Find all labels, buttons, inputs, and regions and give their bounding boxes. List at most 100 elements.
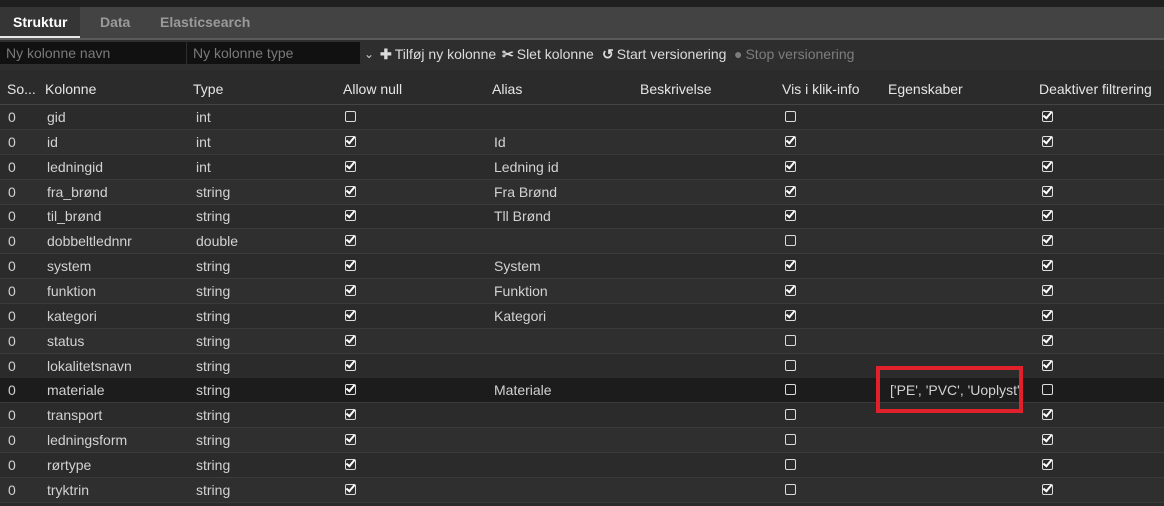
deaktiver-filtrering-checkbox[interactable]: [1042, 384, 1053, 396]
allow-null-checkbox[interactable]: [345, 210, 356, 222]
allow-null-checkbox[interactable]: [345, 284, 356, 296]
column-header-sort[interactable]: So...: [7, 74, 39, 104]
cell-kolonne[interactable]: system: [47, 254, 91, 278]
cell-alias[interactable]: Kategori: [494, 304, 546, 328]
deaktiver-filtrering-checkbox[interactable]: [1042, 111, 1053, 122]
cell-type[interactable]: int: [196, 155, 211, 179]
tab-data[interactable]: Data: [100, 7, 130, 38]
cell-kolonne[interactable]: status: [47, 329, 84, 353]
chevron-down-icon[interactable]: ⌄: [362, 45, 376, 63]
table-row[interactable]: 0 ledningid int Ledning id: [0, 155, 1164, 180]
tab-elasticsearch[interactable]: Elasticsearch: [160, 7, 250, 38]
cell-type[interactable]: int: [196, 105, 211, 129]
vis-i-klik-info-checkbox[interactable]: [785, 260, 796, 272]
allow-null-checkbox[interactable]: [345, 434, 356, 446]
cell-sort[interactable]: 0: [8, 428, 16, 452]
cell-sort[interactable]: 0: [8, 130, 16, 154]
deaktiver-filtrering-checkbox[interactable]: [1042, 160, 1053, 172]
vis-i-klik-info-checkbox[interactable]: [785, 409, 796, 421]
deaktiver-filtrering-checkbox[interactable]: [1042, 309, 1053, 321]
cell-sort[interactable]: 0: [8, 304, 16, 328]
vis-i-klik-info-checkbox[interactable]: [785, 111, 796, 122]
cell-kolonne[interactable]: kategori: [47, 304, 97, 328]
cell-sort[interactable]: 0: [8, 453, 16, 477]
deaktiver-filtrering-checkbox[interactable]: [1042, 235, 1053, 247]
cell-sort[interactable]: 0: [8, 180, 16, 204]
table-row[interactable]: 0 gid int: [0, 105, 1164, 130]
column-header-beskrivelse[interactable]: Beskrivelse: [640, 74, 712, 104]
cell-kolonne[interactable]: rørtype: [47, 453, 91, 477]
table-row[interactable]: 0 ledningsform string: [0, 428, 1164, 454]
allow-null-checkbox[interactable]: [345, 483, 356, 495]
allow-null-checkbox[interactable]: [345, 334, 356, 346]
deaktiver-filtrering-checkbox[interactable]: [1042, 359, 1053, 371]
cell-sort[interactable]: 0: [8, 279, 16, 303]
column-header-vis-i-klik-info[interactable]: Vis i klik-info: [782, 74, 860, 104]
cell-alias[interactable]: System: [494, 254, 541, 278]
cell-sort[interactable]: 0: [8, 329, 16, 353]
column-header-type[interactable]: Type: [193, 74, 223, 104]
table-row[interactable]: 0 tryktrin string: [0, 477, 1164, 503]
cell-type[interactable]: string: [196, 279, 230, 303]
cell-alias[interactable]: Materiale: [494, 378, 552, 402]
deaktiver-filtrering-checkbox[interactable]: [1042, 210, 1053, 222]
vis-i-klik-info-checkbox[interactable]: [785, 284, 796, 296]
column-header-allow-null[interactable]: Allow null: [343, 74, 402, 104]
vis-i-klik-info-checkbox[interactable]: [785, 210, 796, 222]
cell-type[interactable]: string: [196, 403, 230, 427]
cell-kolonne[interactable]: id: [47, 130, 58, 154]
cell-type[interactable]: int: [196, 130, 211, 154]
cell-kolonne[interactable]: funktion: [47, 279, 96, 303]
column-header-egenskaber[interactable]: Egenskaber: [888, 74, 963, 104]
new-column-name-input[interactable]: [0, 42, 186, 64]
cell-type[interactable]: string: [196, 478, 230, 502]
allow-null-checkbox[interactable]: [345, 359, 356, 371]
cell-kolonne[interactable]: til_brønd: [47, 204, 101, 228]
deaktiver-filtrering-checkbox[interactable]: [1042, 409, 1053, 421]
deaktiver-filtrering-checkbox[interactable]: [1042, 334, 1053, 346]
cell-kolonne[interactable]: gid: [47, 105, 66, 129]
vis-i-klik-info-checkbox[interactable]: [785, 309, 796, 321]
cell-alias[interactable]: Tll Brønd: [494, 204, 551, 228]
cell-type[interactable]: string: [196, 180, 230, 204]
table-row[interactable]: 0 dobbeltlednnr double: [0, 229, 1164, 255]
cell-type[interactable]: string: [196, 453, 230, 477]
column-header-deaktiver-filtrering[interactable]: Deaktiver filtrering: [1039, 74, 1152, 104]
cell-type[interactable]: string: [196, 304, 230, 328]
deaktiver-filtrering-checkbox[interactable]: [1042, 135, 1053, 147]
column-header-alias[interactable]: Alias: [492, 74, 522, 104]
allow-null-checkbox[interactable]: [345, 309, 356, 321]
deaktiver-filtrering-checkbox[interactable]: [1042, 458, 1053, 470]
table-row[interactable]: 0 kategori string Kategori: [0, 304, 1164, 329]
cell-sort[interactable]: 0: [8, 354, 16, 378]
cell-kolonne[interactable]: materiale: [47, 378, 105, 402]
allow-null-checkbox[interactable]: [345, 409, 356, 421]
cell-sort[interactable]: 0: [8, 105, 16, 129]
cell-type[interactable]: string: [196, 329, 230, 353]
vis-i-klik-info-checkbox[interactable]: [785, 384, 796, 396]
table-row[interactable]: 0 funktion string Funktion: [0, 278, 1164, 304]
cell-sort[interactable]: 0: [8, 378, 16, 402]
cell-sort[interactable]: 0: [8, 403, 16, 427]
cell-kolonne[interactable]: dobbeltlednnr: [47, 229, 132, 253]
cell-sort[interactable]: 0: [8, 204, 16, 228]
cell-type[interactable]: string: [196, 254, 230, 278]
cell-kolonne[interactable]: fra_brønd: [47, 180, 108, 204]
vis-i-klik-info-checkbox[interactable]: [785, 359, 796, 371]
vis-i-klik-info-checkbox[interactable]: [785, 160, 796, 172]
cell-sort[interactable]: 0: [8, 155, 16, 179]
deaktiver-filtrering-checkbox[interactable]: [1042, 185, 1053, 197]
cell-alias[interactable]: Ledning id: [494, 155, 559, 179]
table-row[interactable]: 0 system string System: [0, 254, 1164, 280]
table-row[interactable]: 0 rørtype string: [0, 453, 1164, 478]
table-row[interactable]: 0 id int Id: [0, 129, 1164, 155]
cell-kolonne[interactable]: transport: [47, 403, 102, 427]
allow-null-checkbox[interactable]: [345, 235, 356, 247]
deaktiver-filtrering-checkbox[interactable]: [1042, 434, 1053, 446]
deaktiver-filtrering-checkbox[interactable]: [1042, 284, 1053, 296]
cell-alias[interactable]: Id: [494, 130, 506, 154]
allow-null-checkbox[interactable]: [345, 458, 356, 470]
cell-type[interactable]: double: [196, 229, 238, 253]
start-versioning-button[interactable]: ↺ Start versionering: [602, 45, 726, 63]
table-row[interactable]: 0 fra_brønd string Fra Brønd: [0, 179, 1164, 205]
